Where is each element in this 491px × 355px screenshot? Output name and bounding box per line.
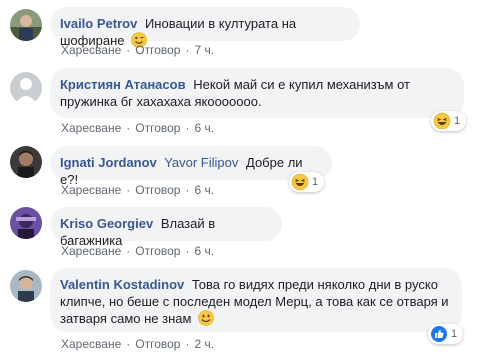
- comment-author[interactable]: Kriso Georgiev: [60, 216, 153, 231]
- timestamp[interactable]: 6 ч.: [194, 244, 214, 258]
- like-link[interactable]: Харесване: [61, 121, 121, 135]
- comment-actions: Харесване · Отговор · 2 ч.: [61, 337, 215, 351]
- like-link[interactable]: Харесване: [61, 43, 121, 57]
- avatar[interactable]: [10, 207, 42, 239]
- avatar[interactable]: [10, 9, 42, 41]
- reply-link[interactable]: Отговор: [135, 337, 180, 351]
- mention-link[interactable]: Yavor Filipov: [164, 155, 238, 170]
- reaction-count: 1: [312, 176, 319, 188]
- reply-link[interactable]: Отговор: [135, 183, 180, 197]
- reply-link[interactable]: Отговор: [135, 43, 180, 57]
- comment-bubble: Кристиян Атанасов Некой май си е купил м…: [50, 68, 464, 118]
- comment-actions: Харесване · Отговор · 6 ч.: [61, 121, 215, 135]
- timestamp[interactable]: 7 ч.: [194, 43, 214, 57]
- avatar[interactable]: [10, 146, 42, 178]
- reaction-count: 1: [451, 328, 458, 340]
- reply-link[interactable]: Отговор: [135, 244, 180, 258]
- comment-author[interactable]: Ignati Jordanov: [60, 155, 157, 170]
- like-reaction-icon: [430, 325, 448, 343]
- timestamp[interactable]: 2 ч.: [194, 337, 214, 351]
- smile-emoji-icon: [198, 310, 214, 330]
- comments-list: Ivailo Petrov Иновации в културата на шо…: [0, 0, 491, 355]
- comment-bubble: Ignati Jordanov Yavor Filipov Добре ли е…: [50, 146, 332, 187]
- reaction-count: 1: [454, 115, 461, 127]
- avatar[interactable]: [10, 270, 42, 302]
- comment-actions: Харесване · Отговор · 7 ч.: [61, 43, 215, 57]
- comment-author[interactable]: Valentin Kostadinov: [60, 277, 184, 292]
- reply-link[interactable]: Отговор: [135, 121, 180, 135]
- reaction-badge[interactable]: 1: [428, 324, 464, 344]
- timestamp[interactable]: 6 ч.: [194, 121, 214, 135]
- like-link[interactable]: Харесване: [61, 337, 121, 351]
- comment-actions: Харесване · Отговор · 6 ч.: [61, 183, 215, 197]
- timestamp[interactable]: 6 ч.: [194, 183, 214, 197]
- comment-author[interactable]: Кристиян Атанасов: [60, 77, 186, 92]
- comment-bubble: Kriso Georgiev Влазай в багажника: [50, 207, 282, 248]
- comment-bubble: Valentin Kostadinov Това го видях преди …: [50, 268, 462, 332]
- like-link[interactable]: Харесване: [61, 244, 121, 258]
- reaction-badge[interactable]: 1: [289, 172, 325, 192]
- comment-author[interactable]: Ivailo Petrov: [60, 16, 137, 31]
- avatar[interactable]: [10, 72, 42, 104]
- comment-actions: Харесване · Отговор · 6 ч.: [61, 244, 215, 258]
- laugh-reaction-icon: [433, 112, 451, 130]
- reaction-badge[interactable]: 1: [431, 111, 467, 131]
- laugh-reaction-icon: [291, 173, 309, 191]
- comment-bubble: Ivailo Petrov Иновации в културата на шо…: [50, 7, 360, 48]
- like-link[interactable]: Харесване: [61, 183, 121, 197]
